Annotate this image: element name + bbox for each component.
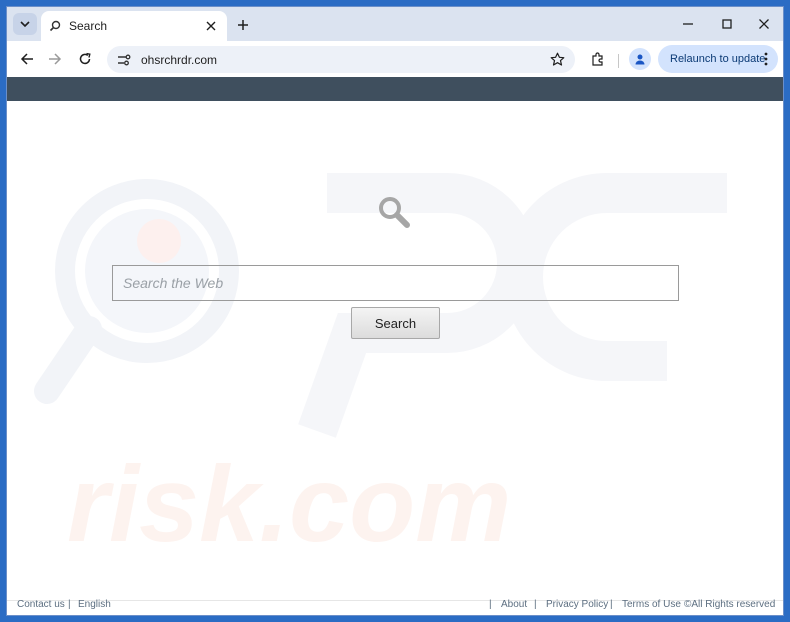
browser-window: Search ohsrchrdr.com Relaunch to update … bbox=[6, 6, 784, 616]
search-input[interactable] bbox=[112, 265, 679, 301]
url-text: ohsrchrdr.com bbox=[141, 52, 218, 67]
star-icon bbox=[550, 52, 564, 66]
chevron-down-icon bbox=[20, 21, 30, 28]
footer-link-privacy[interactable]: Privacy Policy bbox=[546, 599, 608, 610]
footer-link-about[interactable]: About bbox=[501, 599, 527, 610]
relaunch-label: Relaunch to update bbox=[670, 53, 766, 65]
tab-active[interactable]: Search bbox=[41, 11, 227, 41]
site-info-icon[interactable] bbox=[115, 51, 133, 69]
footer-separator: | bbox=[489, 599, 492, 610]
kebab-menu-icon bbox=[764, 52, 768, 66]
footer-copyright: ©All Rights reserved bbox=[684, 599, 776, 610]
tab-strip: Search bbox=[7, 7, 783, 41]
tab-title: Search bbox=[69, 19, 108, 33]
new-tab-button[interactable] bbox=[233, 15, 253, 35]
footer-link-contact[interactable]: Contact us bbox=[17, 599, 65, 610]
footer-separator: | bbox=[610, 599, 613, 610]
address-bar[interactable]: ohsrchrdr.com bbox=[107, 46, 575, 73]
browser-toolbar: ohsrchrdr.com Relaunch to update bbox=[7, 41, 783, 77]
maximize-icon bbox=[722, 19, 732, 29]
tab-search-button[interactable] bbox=[13, 13, 37, 35]
back-button[interactable] bbox=[15, 47, 39, 71]
footer-separator: | bbox=[534, 599, 537, 610]
close-window-button[interactable] bbox=[749, 13, 779, 35]
plus-icon bbox=[238, 20, 248, 30]
footer-link-terms[interactable]: Terms of Use bbox=[622, 599, 681, 610]
minimize-icon bbox=[683, 23, 693, 25]
page-content: risk.com Search Contact us | English | A… bbox=[7, 77, 783, 615]
page-top-bar bbox=[7, 77, 783, 101]
search-icon bbox=[49, 20, 61, 32]
footer-separator: | bbox=[68, 599, 71, 610]
close-icon bbox=[206, 21, 216, 31]
search-logo-icon bbox=[379, 197, 410, 228]
more-menu-button[interactable] bbox=[760, 51, 772, 67]
profile-button[interactable] bbox=[629, 48, 651, 70]
forward-button[interactable] bbox=[43, 47, 67, 71]
toolbar-divider bbox=[618, 54, 619, 68]
reload-button[interactable] bbox=[73, 47, 97, 71]
maximize-button[interactable] bbox=[712, 13, 742, 35]
reload-icon bbox=[79, 52, 91, 65]
tab-close-button[interactable] bbox=[203, 18, 219, 34]
search-button[interactable]: Search bbox=[351, 307, 440, 339]
puzzle-icon bbox=[591, 51, 603, 66]
close-icon bbox=[759, 19, 769, 29]
arrow-right-icon bbox=[49, 53, 62, 65]
minimize-button[interactable] bbox=[673, 13, 703, 35]
relaunch-to-update-button[interactable]: Relaunch to update bbox=[658, 45, 778, 73]
footer-link-language[interactable]: English bbox=[78, 599, 111, 610]
pcrisk-watermark-logo: risk.com bbox=[34, 173, 727, 564]
extensions-button[interactable] bbox=[585, 47, 609, 71]
avatar-icon bbox=[635, 54, 645, 65]
bookmark-star-button[interactable] bbox=[545, 48, 569, 72]
arrow-left-icon bbox=[20, 53, 33, 65]
watermark-text: risk.com bbox=[67, 443, 511, 564]
page-footer: Contact us | English | About | Privacy P… bbox=[7, 597, 783, 615]
